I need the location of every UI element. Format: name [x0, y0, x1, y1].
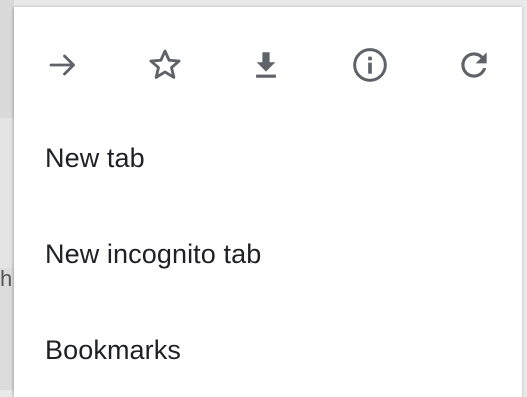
- download-button[interactable]: [244, 43, 288, 87]
- menu-item-new-incognito-tab[interactable]: New incognito tab: [14, 226, 522, 282]
- forward-arrow-icon: [49, 54, 75, 76]
- backdrop-partial-text: h: [0, 266, 13, 291]
- bookmark-star-button[interactable]: [143, 43, 187, 87]
- menu-icon-row: [14, 7, 522, 125]
- menu-item-label: Bookmarks: [45, 334, 181, 365]
- page-info-button[interactable]: [348, 43, 392, 87]
- menu-item-label: New incognito tab: [45, 238, 262, 269]
- menu-item-label: New tab: [45, 142, 145, 173]
- menu-item-new-tab[interactable]: New tab: [14, 130, 522, 186]
- forward-button[interactable]: [41, 43, 85, 87]
- page-backdrop-strip: [0, 118, 14, 268]
- page-backdrop-strip: [0, 0, 14, 118]
- browser-overflow-menu: New tab New incognito tab Bookmarks: [14, 7, 522, 397]
- info-icon: [353, 48, 387, 82]
- reload-icon: [461, 52, 487, 78]
- reload-button[interactable]: [452, 43, 496, 87]
- download-icon: [256, 52, 276, 78]
- menu-item-bookmarks[interactable]: Bookmarks: [14, 322, 522, 378]
- star-icon: [149, 49, 181, 79]
